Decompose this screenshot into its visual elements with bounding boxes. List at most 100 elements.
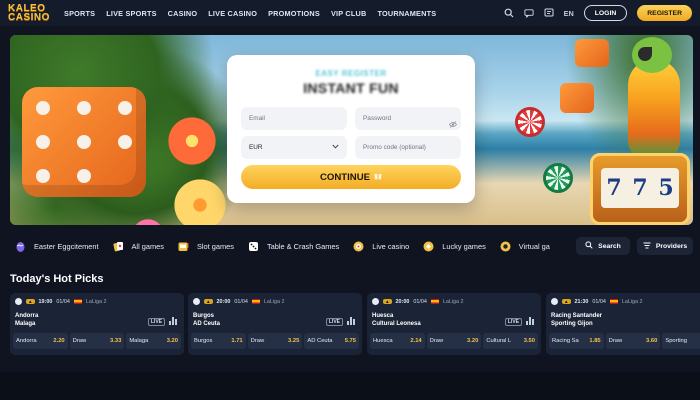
odd-label: Sporting — [665, 338, 687, 344]
category-table-crash[interactable]: Table & Crash Games — [243, 240, 348, 253]
email-input[interactable] — [241, 107, 347, 130]
login-button[interactable]: LOGIN — [583, 5, 628, 21]
register-subtitle: EASY REGISTER — [315, 69, 387, 78]
gift-icon — [374, 172, 382, 183]
password-input[interactable] — [355, 107, 461, 130]
promo-code-input[interactable] — [355, 136, 461, 159]
match-card[interactable]: ▲ 20:00 01/04 LaLiga 2 Burgos AD Ceuta L… — [188, 293, 362, 355]
match-meta: ▲ 20:00 01/04 LaLiga 2 — [372, 298, 464, 305]
boost-badge-icon: ▲ — [204, 299, 213, 304]
search-icon[interactable] — [504, 8, 514, 18]
away-team: Cultural Leonesa — [372, 321, 421, 327]
match-time: 19:00 — [38, 298, 53, 305]
live-badge: LIVE — [325, 318, 343, 326]
match-card[interactable]: ▲ 21:30 01/04 LaLiga 2 Racing Santander … — [546, 293, 700, 355]
category-label: Slot games — [196, 241, 234, 251]
logo-line-2: CASINO — [8, 12, 50, 23]
odd-value: 5.75 — [344, 338, 357, 344]
match-league: LaLiga 2 — [263, 298, 285, 305]
registration-card: EASY REGISTER INSTANT FUN EUR CONTINUE — [227, 55, 475, 203]
casino-logo[interactable]: KALEO CASINO — [8, 2, 52, 24]
spain-flag-icon — [609, 299, 618, 304]
odd-label: Racing Sa — [552, 338, 579, 344]
slot-reel-2: 7 — [632, 175, 648, 201]
odd-away-button[interactable]: Malaga 3.20 — [126, 333, 182, 349]
currency-select[interactable]: EUR — [241, 136, 347, 159]
odd-home-button[interactable]: Racing Sa 1.85 — [549, 333, 604, 349]
match-league: LaLiga 2 — [85, 298, 107, 305]
slot-reel-1: 7 — [606, 175, 622, 201]
top-header: KALEO CASINO SPORTS LIVE SPORTS CASINO L… — [0, 0, 700, 26]
odd-label: AD Ceuta — [307, 338, 333, 344]
page-footer-strip — [0, 372, 700, 400]
stats-icon[interactable] — [347, 317, 357, 325]
category-all-games[interactable]: All games — [108, 240, 173, 253]
category-virtual-games[interactable]: Virtual ga — [495, 240, 559, 253]
odd-label: Burgos — [194, 338, 213, 344]
odds-row: Racing Sa 1.85 Draw 3.60 Sporting — [549, 333, 700, 349]
category-label: Table & Crash Games — [266, 241, 340, 251]
roulette-icon — [352, 240, 365, 253]
odd-value: 2.14 — [410, 338, 422, 344]
odd-away-button[interactable]: Cultural L 3.50 — [483, 333, 539, 349]
boost-badge-icon: ▲ — [383, 299, 392, 304]
odd-draw-button[interactable]: Draw 3.25 — [247, 333, 303, 349]
match-league: LaLiga 2 — [442, 298, 464, 305]
live-badge: LIVE — [147, 318, 165, 326]
nav-vip-club[interactable]: VIP CLUB — [331, 9, 367, 18]
register-button[interactable]: REGISTER — [637, 5, 692, 21]
odd-value: 3.50 — [523, 338, 536, 344]
nav-casino[interactable]: CASINO — [168, 9, 198, 18]
eye-icon[interactable] — [448, 115, 458, 133]
category-live-casino[interactable]: Live casino — [348, 240, 418, 253]
odd-away-button[interactable]: AD Ceuta 5.75 — [304, 333, 360, 349]
slot-machine-icon — [177, 240, 190, 253]
main-nav: SPORTS LIVE SPORTS CASINO LIVE CASINO PR… — [64, 9, 436, 18]
dice-icon — [247, 240, 260, 253]
cards-icon — [112, 240, 125, 253]
register-title: INSTANT FUN — [303, 80, 399, 96]
green-casino-chip — [543, 163, 573, 193]
stats-icon[interactable] — [169, 317, 179, 325]
match-time: 21:30 — [574, 298, 589, 305]
category-easter-eggcitement[interactable]: Easter Eggcitement — [10, 240, 108, 253]
odd-draw-button[interactable]: Draw 3.33 — [69, 333, 125, 349]
nav-tournaments[interactable]: TOURNAMENTS — [378, 9, 437, 18]
match-time: 20:00 — [395, 298, 410, 305]
nav-live-sports[interactable]: LIVE SPORTS — [106, 9, 156, 18]
stats-icon[interactable] — [526, 317, 536, 325]
category-lucky-games[interactable]: Lucky games — [418, 240, 495, 253]
match-date: 01/04 — [592, 298, 606, 305]
odd-home-button[interactable]: Andorra 2.20 — [13, 333, 68, 349]
hibiscus-flower-red — [160, 113, 224, 169]
category-slot-games[interactable]: Slot games — [173, 240, 243, 253]
odd-value: 3.33 — [110, 338, 122, 344]
nav-sports[interactable]: SPORTS — [64, 9, 95, 18]
game-search-button[interactable]: Search — [576, 237, 630, 255]
match-card[interactable]: ▲ 19:00 01/04 LaLiga 2 Andorra Malaga LI… — [10, 293, 184, 355]
continue-button[interactable]: CONTINUE — [241, 165, 461, 189]
odd-home-button[interactable]: Burgos 1.71 — [191, 333, 246, 349]
chat-icon[interactable] — [524, 8, 534, 18]
match-time: 20:00 — [216, 298, 231, 305]
providers-button[interactable]: Providers — [637, 237, 693, 255]
match-card[interactable]: ▲ 20:00 01/04 LaLiga 2 Huesca Cultural L… — [367, 293, 541, 355]
odd-home-button[interactable]: Huesca 2.14 — [370, 333, 425, 349]
football-icon — [372, 298, 379, 305]
odd-away-button[interactable]: Sporting — [662, 333, 700, 349]
language-selector[interactable]: EN — [564, 9, 574, 18]
continue-label: CONTINUE — [319, 171, 371, 183]
nav-promotions[interactable]: PROMOTIONS — [268, 9, 320, 18]
live-badge: LIVE — [504, 318, 522, 326]
nav-live-casino[interactable]: LIVE CASINO — [208, 9, 257, 18]
odd-label: Malaga — [129, 338, 149, 344]
odd-draw-button[interactable]: Draw 3.60 — [605, 333, 661, 349]
header-actions: EN LOGIN REGISTER — [504, 5, 692, 21]
chevron-down-icon — [332, 144, 339, 151]
filter-icon — [643, 242, 651, 251]
message-icon[interactable] — [544, 8, 554, 18]
category-label: Virtual ga — [518, 241, 550, 251]
match-date: 01/04 — [56, 298, 70, 305]
slot-machine-graphic: 7 7 5 — [590, 153, 690, 225]
odd-draw-button[interactable]: Draw 3.20 — [426, 333, 482, 349]
